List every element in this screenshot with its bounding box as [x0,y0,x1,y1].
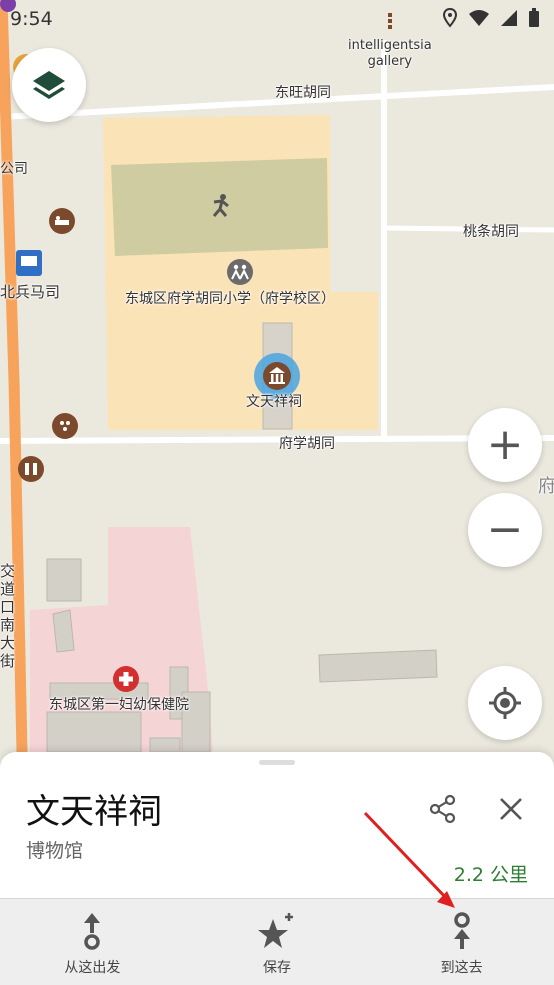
sheet-drag-handle[interactable] [259,760,295,765]
status-bar: 9:54 [0,0,554,36]
distance-label: 2.2 公里 [453,864,528,886]
place-title: 文天祥祠 [26,792,162,832]
layers-icon [33,71,65,99]
label-gongsi: 公司 [0,161,28,177]
label-road-taotiao: 桃条胡同 [463,224,519,240]
close-icon[interactable] [496,794,526,824]
route-to-label: 到这去 [440,960,483,976]
label-hospital: 东城区第一妇幼保健院 [49,697,189,713]
battery-icon [529,8,539,27]
share-icon[interactable] [428,794,458,824]
save-label: 保存 [263,960,291,976]
place-type: 博物馆 [26,840,84,862]
status-time: 9:54 [10,8,53,30]
save-button[interactable]: 保存 [185,899,370,985]
route-from-label: 从这出发 [64,960,121,976]
label-bingmasi: 北兵马司 [0,283,61,301]
my-location-button[interactable] [468,666,542,740]
zoom-out-button[interactable]: − [468,493,542,567]
art-palette-icon [52,413,78,439]
signal-icon [501,10,517,26]
bus-stop-icon [16,250,42,276]
label-gallery: intelligentsia gallery [348,38,432,69]
zoom-in-button[interactable]: + [468,408,542,482]
hospital-icon [113,666,139,692]
action-bar: 从这出发 保存 到这去 [0,898,554,985]
toilets-icon [18,456,44,482]
label-street-vertical: 交道口南大街 [0,562,16,670]
route-to-icon [453,912,470,949]
hotel-icon [49,208,75,234]
label-temple: 文天祥祠 [246,394,302,410]
label-road-fuxue: 府学胡同 [279,436,335,452]
school-icon [227,259,253,285]
route-to-button[interactable]: 到这去 [369,899,554,985]
label-road-dongwang: 东旺胡同 [275,85,331,101]
route-from-button[interactable]: 从这出发 [0,899,185,985]
crosshair-icon [489,687,521,719]
star-plus-icon [258,913,293,948]
label-fu: 府 [538,476,554,497]
place-details-sheet[interactable]: 文天祥祠 博物馆 2.2 公里 从这出发 保存 到这去 [0,752,554,985]
minus-icon: − [486,504,524,555]
route-from-icon [84,913,101,950]
label-school: 东城区府学胡同小学（府学校区） [125,291,335,307]
location-icon [442,8,458,28]
plus-icon: + [486,419,524,470]
layers-button[interactable] [12,48,86,122]
wifi-icon [469,10,489,26]
